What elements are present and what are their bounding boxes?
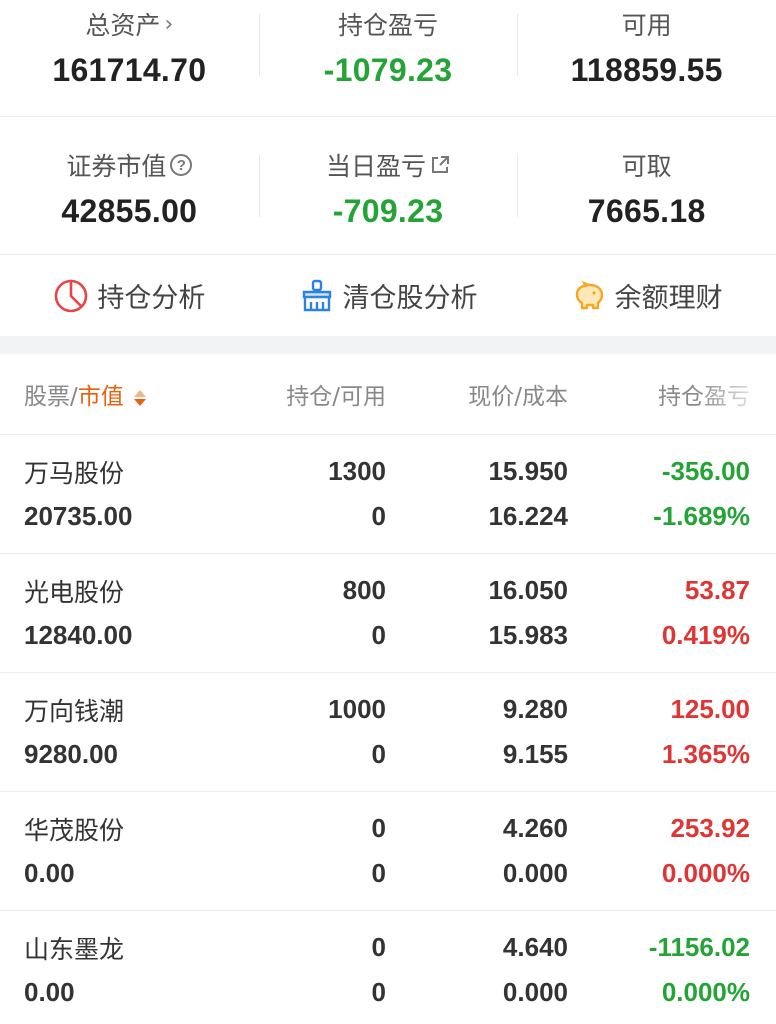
header-pl: 持仓盈亏	[568, 377, 750, 411]
pl-amount: 253.92	[670, 813, 750, 843]
stock-name: 光电股份	[24, 577, 125, 607]
stock-name: 万向钱潮	[24, 696, 125, 726]
available-qty: 0	[371, 739, 386, 769]
available-cell: 可用 118859.55	[517, 0, 776, 116]
market-value: 20735.00	[24, 501, 133, 531]
pl-amount: -356.00	[661, 456, 750, 486]
daily-pl-value: -709.23	[332, 193, 444, 229]
current-price: 9.280	[502, 694, 568, 724]
sort-icon	[134, 389, 147, 406]
pl-amount: -1156.02	[648, 932, 750, 962]
tool-label: 清仓股分析	[342, 283, 478, 314]
table-row[interactable]: 华茂股份 0 4.260 253.92 0.00 0 0.000 0.000%	[0, 791, 776, 910]
available-label: 可用	[621, 11, 672, 40]
available-value: 118859.55	[570, 52, 723, 88]
table-row[interactable]: 山东墨龙 0 4.640 -1156.02 0.00 0 0.000 0.000…	[0, 910, 776, 1024]
help-icon[interactable]: ?	[170, 154, 193, 176]
total-assets-cell[interactable]: 总资产 › 161714.70	[0, 0, 259, 116]
holdings-table: 股票/市值 持仓/可用 现价/成本 持仓盈亏 万马股份 1300 15.950 …	[0, 354, 776, 1024]
header-stock-label: 股票	[24, 384, 70, 410]
piggy-bank-icon	[575, 280, 603, 309]
position-pl-cell: 持仓盈亏 -1079.23	[258, 0, 518, 116]
position-qty: 1000	[328, 694, 386, 724]
pl-amount: 53.87	[684, 575, 750, 605]
header-stock[interactable]: 股票/市值	[24, 377, 234, 411]
table-header: 股票/市值 持仓/可用 现价/成本 持仓盈亏	[0, 354, 776, 434]
total-assets-value: 161714.70	[52, 52, 207, 88]
withdrawable-label: 可取	[621, 152, 672, 181]
market-value: 0.00	[24, 858, 75, 888]
market-value: 9280.00	[24, 739, 118, 769]
tool-label: 余额理财	[614, 283, 723, 314]
stock-name: 万马股份	[24, 458, 125, 488]
available-qty: 0	[371, 977, 386, 1007]
external-link-icon[interactable]	[430, 155, 450, 175]
table-row[interactable]: 万马股份 1300 15.950 -356.00 20735.00 0 16.2…	[0, 434, 776, 553]
tool-balance-finance[interactable]: 余额理财	[517, 276, 776, 315]
current-price: 4.260	[502, 813, 568, 843]
pl-percent: 0.000%	[661, 858, 750, 888]
daily-pl-label: 当日盈亏	[326, 152, 427, 181]
position-qty: 1300	[328, 456, 386, 486]
position-pl-value: -1079.23	[323, 52, 453, 88]
withdrawable-cell: 可取 7665.18	[517, 117, 776, 254]
market-value-cell: 证券市值? 42855.00	[0, 117, 259, 254]
account-summary: 总资产 › 161714.70 持仓盈亏 -1079.23 可用 118859.5…	[0, 0, 776, 254]
current-price: 15.950	[488, 456, 568, 486]
available-qty: 0	[371, 620, 386, 650]
position-qty: 800	[342, 575, 386, 605]
tool-position-analysis[interactable]: 持仓分析	[0, 276, 259, 315]
pl-percent: 1.365%	[661, 739, 750, 769]
cost-price: 0.000	[502, 977, 568, 1007]
position-qty: 0	[371, 932, 386, 962]
market-value: 0.00	[24, 977, 75, 1007]
position-qty: 0	[371, 813, 386, 843]
cost-price: 16.224	[488, 501, 568, 531]
header-separator: /	[70, 384, 78, 410]
cost-price: 15.983	[488, 620, 568, 650]
cost-price: 0.000	[502, 858, 568, 888]
chevron-right-icon: ›	[164, 11, 174, 37]
tools-bar: 持仓分析 清仓股分析 余额理财	[0, 254, 776, 336]
stock-name: 山东墨龙	[24, 934, 125, 964]
daily-pl-cell[interactable]: 当日盈亏 -709.23	[258, 117, 518, 254]
header-position: 持仓/可用	[286, 384, 386, 410]
pie-chart-icon	[55, 279, 88, 312]
available-qty: 0	[371, 858, 386, 888]
cost-price: 9.155	[502, 739, 568, 769]
market-value: 12840.00	[24, 620, 133, 650]
broom-icon	[302, 279, 331, 311]
tool-cleared-analysis[interactable]: 清仓股分析	[259, 276, 518, 315]
market-value-value: 42855.00	[61, 193, 198, 229]
pl-percent: -1.689%	[653, 501, 750, 531]
pl-percent: 0.419%	[661, 620, 750, 650]
current-price: 16.050	[488, 575, 568, 605]
table-row[interactable]: 万向钱潮 1000 9.280 125.00 9280.00 0 9.155 1…	[0, 672, 776, 791]
withdrawable-value: 7665.18	[587, 193, 706, 229]
header-price: 现价/成本	[468, 384, 568, 410]
position-pl-label: 持仓盈亏	[338, 11, 439, 40]
available-qty: 0	[371, 501, 386, 531]
pl-percent: 0.000%	[661, 977, 750, 1007]
header-market-value-label: 市值	[77, 384, 124, 410]
stock-name: 华茂股份	[24, 815, 125, 845]
pl-amount: 125.00	[670, 694, 750, 724]
tool-label: 持仓分析	[97, 283, 206, 314]
total-assets-label: 总资产	[85, 11, 161, 40]
market-value-label: 证券市值	[66, 152, 167, 181]
current-price: 4.640	[502, 932, 568, 962]
table-row[interactable]: 光电股份 800 16.050 53.87 12840.00 0 15.983 …	[0, 553, 776, 672]
